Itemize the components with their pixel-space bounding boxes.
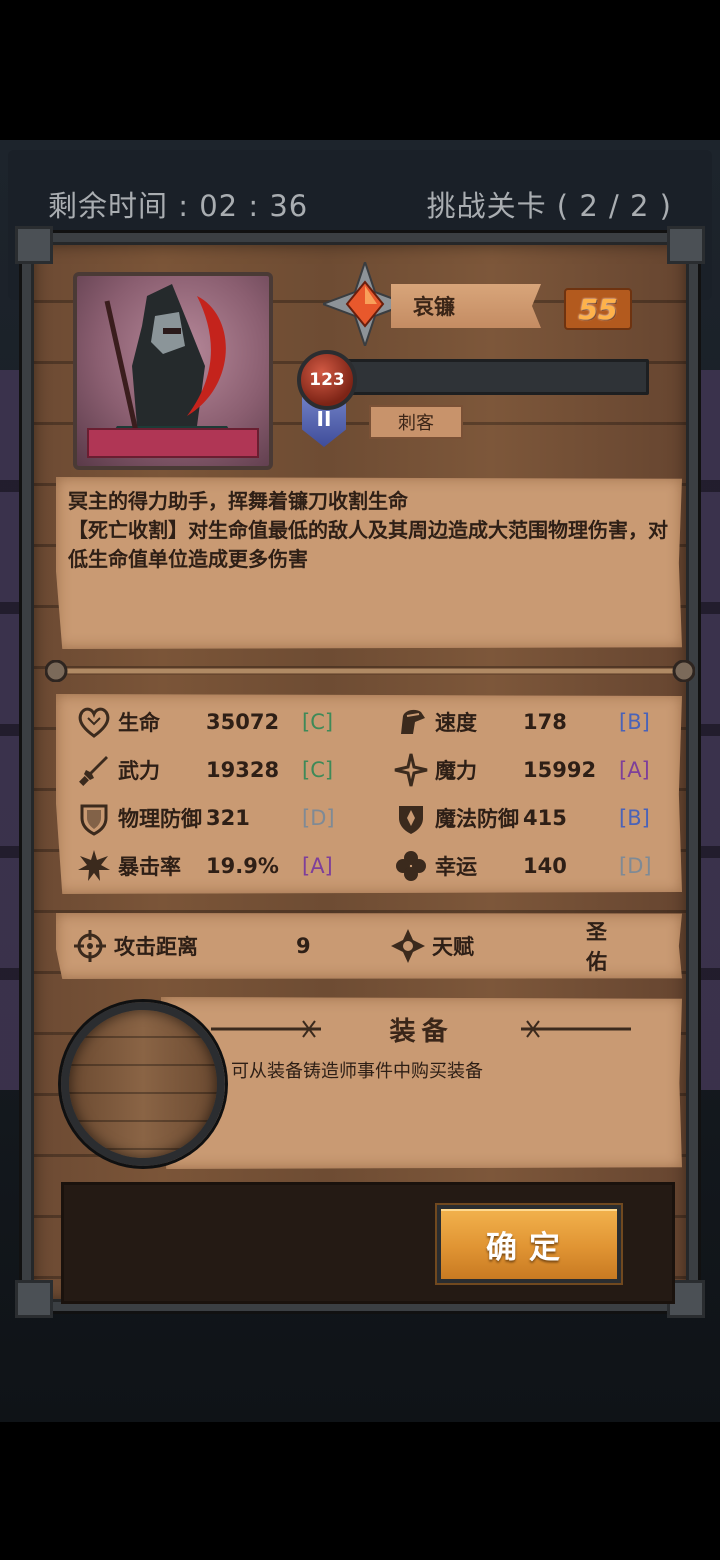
stage-progress: 挑战关卡 ( 2 / 2 ) <box>426 189 672 223</box>
shield-icon <box>80 804 108 836</box>
hero-name-text: 哀镰 <box>413 295 455 319</box>
hero-class-tag: 刺客 <box>369 405 463 439</box>
crit-burst-icon <box>78 850 110 881</box>
stat-grade: [B] <box>619 710 650 734</box>
hero-detail-panel: 哀镰 55 123 II 刺客 冥主的得力助手，挥舞着镰刀收割生命 【死亡收割】… <box>15 226 705 1318</box>
hero-description: 冥主的得力助手，挥舞着镰刀收割生命 【死亡收割】对生命值最低的敌人及其周边造成大… <box>56 477 682 649</box>
stat-grade: [B] <box>619 806 650 830</box>
stat-label: 幸运 <box>435 855 477 879</box>
magic-shield-icon <box>399 806 423 834</box>
stat-value: 178 <box>523 710 567 734</box>
magic-star-icon <box>394 753 428 787</box>
equipment-slot[interactable] <box>61 1002 225 1166</box>
clover-icon <box>396 851 426 881</box>
left-side-strip <box>0 370 22 1090</box>
stat-grade: [D] <box>619 854 652 878</box>
exp-bar <box>337 359 649 395</box>
boot-icon <box>401 709 425 734</box>
rope-divider <box>45 660 695 682</box>
equipment-title: 装备 <box>389 1017 454 1047</box>
stat-value: 140 <box>523 854 567 878</box>
challenge-header: 剩余时间 : 02 : 36 挑战关卡 ( 2 / 2 ) <box>48 184 672 224</box>
right-side-strip <box>698 370 720 1090</box>
panel-corner <box>667 226 705 264</box>
stat-label: 暴击率 <box>118 855 181 879</box>
description-line-1: 冥主的得力助手，挥舞着镰刀收割生命 <box>68 489 408 513</box>
stat-label: 魔法防御 <box>435 807 519 831</box>
stat-grade: [C] <box>302 710 334 734</box>
stat-row: 物理防御 321 [D] <box>76 798 335 838</box>
description-line-2: 【死亡收割】对生命值最低的敌人及其周边造成大范围物理伤害，对低生命值单位造成更多… <box>68 518 668 571</box>
crosshair-icon <box>74 930 106 962</box>
stat-value: 19.9% <box>206 854 279 878</box>
stat-grade: [A] <box>302 854 333 878</box>
stat-row: 暴击率 19.9% [A] <box>76 846 333 886</box>
stat-value: 15992 <box>523 758 597 782</box>
exp-level-orb: 123 <box>297 350 357 410</box>
confirm-button[interactable]: 确定 <box>437 1205 621 1283</box>
stat-row: 幸运 140 [D] <box>393 846 652 886</box>
hero-level-badge: 55 <box>564 288 632 330</box>
stats-box: 生命 35072 [C] 速度 178 [B] 武力 19328 [C] 魔力 15992 [A] 物理… <box>56 694 682 894</box>
stat-value: 35072 <box>206 710 280 734</box>
panel-corner <box>15 226 53 264</box>
stat-label: 魔力 <box>435 759 477 783</box>
hero-portrait <box>73 272 273 470</box>
stat-grade: [D] <box>302 806 335 830</box>
stat-row: 魔力 15992 [A] <box>393 750 650 790</box>
stat-grade: [A] <box>619 758 650 782</box>
sword-icon <box>79 756 108 786</box>
heart-icon <box>78 707 110 738</box>
equipment-hint: 可从装备铸造师事件中购买装备 <box>231 1061 483 1082</box>
attack-range-value: 9 <box>296 934 311 958</box>
remaining-time: 剩余时间 : 02 : 36 <box>48 189 309 223</box>
stat-grade: [C] <box>302 758 334 782</box>
range-talent-box: 攻击距离 9 天赋 圣佑 <box>56 913 682 979</box>
game-background: 剩余时间 : 02 : 36 挑战关卡 ( 2 / 2 ) 哀镰 55 123 … <box>0 140 720 1422</box>
talent-value: 圣佑 <box>586 920 607 974</box>
stat-row: 速度 178 [B] <box>393 702 650 742</box>
talent-stat: 天赋 圣佑 <box>390 920 607 974</box>
stat-label: 物理防御 <box>118 807 202 831</box>
talent-label: 天赋 <box>432 935 474 959</box>
stat-value: 321 <box>206 806 250 830</box>
stat-value: 415 <box>523 806 567 830</box>
equipment-box: 装备 可从装备铸造师事件中购买装备 <box>161 997 682 1169</box>
stat-label: 武力 <box>118 759 160 783</box>
stat-label: 生命 <box>118 711 160 735</box>
portrait-ribbon <box>87 428 259 458</box>
hero-name: 哀镰 <box>391 284 541 328</box>
attack-range-label: 攻击距离 <box>114 935 198 959</box>
attack-range-stat: 攻击距离 9 <box>72 926 311 966</box>
stat-value: 19328 <box>206 758 280 782</box>
stat-label: 速度 <box>435 711 477 735</box>
talent-eye-icon <box>391 929 425 963</box>
stat-row: 武力 19328 [C] <box>76 750 333 790</box>
panel-corner <box>15 1280 53 1318</box>
stat-row: 魔法防御 415 [B] <box>393 798 650 838</box>
stat-row: 生命 35072 [C] <box>76 702 333 742</box>
